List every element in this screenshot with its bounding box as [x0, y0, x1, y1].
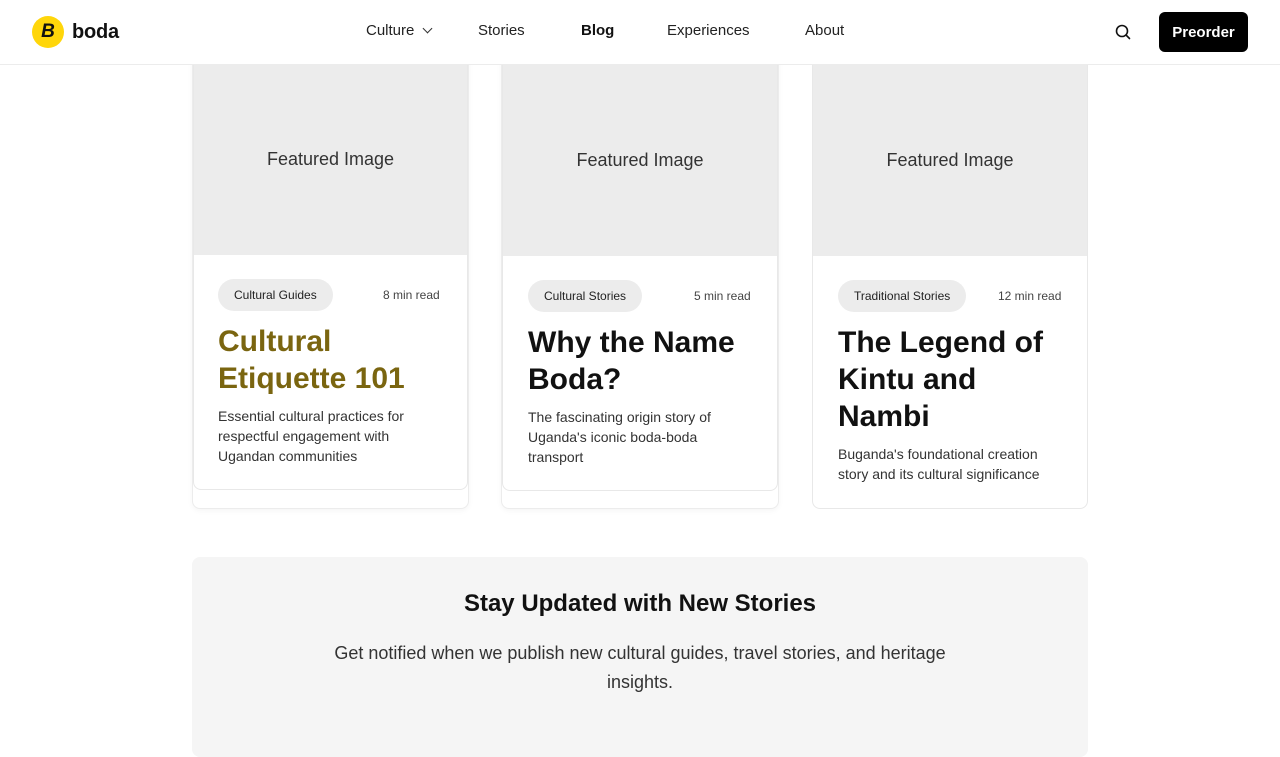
read-time: 8 min read: [383, 288, 440, 302]
preorder-button[interactable]: Preorder: [1159, 12, 1248, 52]
article-card[interactable]: Featured Image Cultural Guides 8 min rea…: [193, 40, 468, 490]
search-icon: [1115, 24, 1131, 40]
article-description: Buganda's foundational creation story an…: [838, 444, 1083, 484]
featured-image: Featured Image: [813, 64, 1087, 256]
newsletter-section: Stay Updated with New Stories Get notifi…: [192, 557, 1088, 757]
article-card[interactable]: Featured Image Traditional Stories 12 mi…: [812, 40, 1088, 509]
logo-mark: B: [32, 16, 64, 48]
brand-logo[interactable]: B boda: [32, 16, 119, 48]
article-title[interactable]: Why the Name Boda?: [528, 324, 768, 398]
desc-line: respectful engagement with: [218, 428, 390, 444]
featured-image: Featured Image: [503, 64, 777, 256]
title-line: Why the Name: [528, 326, 735, 359]
nav-item-about[interactable]: About: [805, 22, 844, 39]
search-button[interactable]: [1113, 22, 1133, 42]
newsletter-text: Get notified when we publish new cultura…: [334, 643, 946, 692]
title-line: Nambi: [838, 400, 930, 433]
desc-line: Uganda's iconic boda-boda: [528, 429, 698, 445]
desc-line: story and its cultural significance: [838, 466, 1040, 482]
title-line: Kintu and: [838, 363, 977, 396]
title-line: Etiquette 101: [218, 362, 405, 395]
nav-label: Culture: [366, 22, 415, 39]
article-title[interactable]: The Legend of Kintu and Nambi: [838, 324, 1078, 435]
desc-line: The fascinating origin story of: [528, 409, 711, 425]
read-time: 5 min read: [694, 289, 751, 303]
article-title[interactable]: Cultural Etiquette 101: [218, 323, 458, 397]
article-description: The fascinating origin story of Uganda's…: [528, 407, 768, 467]
category-badge[interactable]: Cultural Guides: [218, 279, 333, 311]
article-card[interactable]: Featured Image Cultural Stories 5 min re…: [502, 40, 778, 491]
desc-line: Buganda's foundational creation: [838, 446, 1038, 462]
nav-label: Experiences: [667, 22, 750, 39]
title-line: Boda?: [528, 363, 622, 396]
newsletter-title: Stay Updated with New Stories: [463, 590, 817, 617]
featured-image-label: Featured Image: [886, 149, 1014, 170]
nav-item-stories[interactable]: Stories: [478, 22, 525, 39]
category-badge[interactable]: Traditional Stories: [838, 280, 967, 312]
featured-image: Featured Image: [194, 64, 467, 255]
desc-line: Ugandan communities: [218, 448, 358, 464]
nav-label: About: [805, 22, 845, 39]
category-badge[interactable]: Cultural Stories: [528, 280, 643, 312]
featured-image-label: Featured Image: [576, 149, 704, 170]
title-line: The Legend of: [838, 326, 1043, 359]
site-header: B boda Culture Stories Blog Experiences …: [0, 0, 1280, 65]
desc-line: Essential cultural practices for: [218, 408, 404, 424]
nav-label: Stories: [478, 22, 525, 39]
brand-name: boda: [72, 20, 119, 43]
nav-label: Blog: [581, 22, 615, 39]
featured-image-label: Featured Image: [266, 149, 395, 169]
desc-line: transport: [528, 449, 584, 465]
read-time: 12 min read: [998, 289, 1062, 303]
chevron-down-icon: [422, 23, 433, 34]
article-description: Essential cultural practices for respect…: [218, 406, 458, 466]
title-line: Cultural: [218, 325, 332, 358]
nav-item-blog[interactable]: Blog: [581, 22, 614, 39]
nav-item-culture[interactable]: Culture: [366, 22, 433, 39]
nav-item-experiences[interactable]: Experiences: [667, 22, 750, 39]
